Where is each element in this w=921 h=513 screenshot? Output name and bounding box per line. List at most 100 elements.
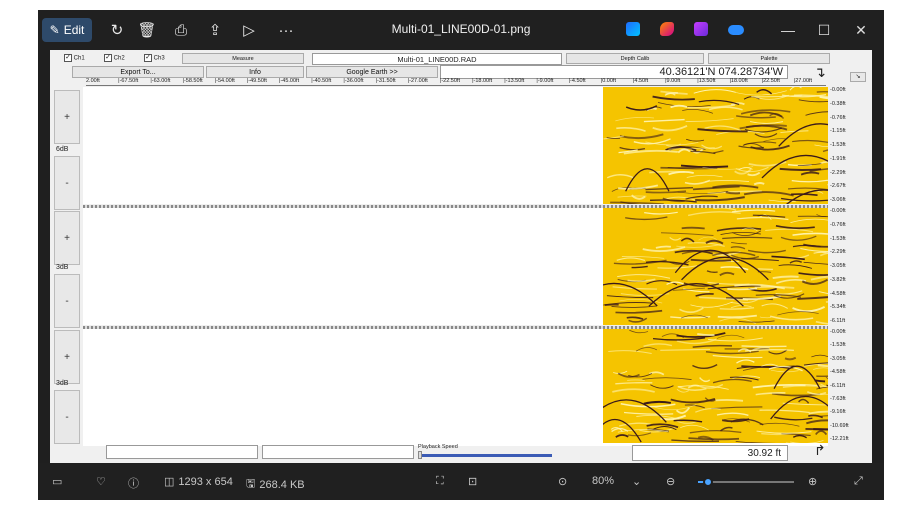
edit-button[interactable]: ✎ Edit: [42, 18, 92, 42]
zoom-out-icon[interactable]: ⊖: [666, 475, 675, 488]
channel-1-label: Ch1: [73, 55, 85, 62]
photos-window: ✎ Edit ↻ 🗑 ⎙ ⇪ ▷ ··· Multi-01_LINE00D-01…: [38, 10, 884, 500]
ruler-tick: |-63.00ft: [150, 78, 171, 84]
channel-3-checkbox[interactable]: ✓ Ch3: [144, 54, 165, 62]
depth-tick: -5.34ft: [830, 304, 846, 311]
turn-up-arrow-icon[interactable]: ↱: [814, 442, 826, 459]
more-icon[interactable]: ···: [272, 18, 300, 42]
measure-button[interactable]: Measure: [182, 53, 304, 64]
depth-tick: -4.58ft: [830, 290, 846, 297]
minimize-button[interactable]: —: [773, 18, 803, 42]
gain-plus-button[interactable]: +: [54, 211, 80, 265]
favorite-icon[interactable]: ♡: [96, 475, 106, 488]
status-field-1: [106, 445, 258, 459]
radar-reflection: [727, 287, 758, 291]
chevron-down-icon[interactable]: ⌄: [632, 475, 641, 488]
radar-reflection: [681, 226, 705, 230]
slider-thumb[interactable]: [418, 451, 422, 459]
zoom-in-icon[interactable]: ⊕: [808, 475, 817, 488]
slideshow-icon[interactable]: ▷: [236, 18, 262, 42]
copilot-icon[interactable]: [660, 22, 674, 36]
zoom-slider-thumb[interactable]: [702, 477, 713, 487]
edit-label: Edit: [63, 23, 85, 37]
zoom-value[interactable]: 80%: [592, 475, 614, 487]
depth-tick: -12.21ft: [830, 436, 849, 443]
ruler-tick: |-18.00ft: [472, 78, 493, 84]
ruler-tick: |22.50ft: [761, 78, 780, 84]
google-earth-button[interactable]: Google Earth >>: [306, 66, 438, 78]
gain-plus-button[interactable]: +: [54, 330, 80, 384]
playback-speed-label: Playback Speed: [418, 444, 458, 450]
ruler-tick: |-4.50ft: [568, 78, 586, 84]
gain-minus-button[interactable]: -: [54, 390, 80, 444]
depth-calib-button[interactable]: Depth Calib: [566, 53, 704, 64]
filename-field: Multi-01_LINE00D.RAD: [312, 53, 562, 65]
ruler-tick: |13.50ft: [697, 78, 716, 84]
scroll-corner-icon[interactable]: ↘: [850, 72, 866, 82]
playback-speed-slider[interactable]: [418, 451, 552, 459]
info-button[interactable]: Info: [206, 66, 304, 78]
gain-minus-button[interactable]: -: [54, 156, 80, 210]
radar-reflection: [825, 301, 828, 303]
depth-tick: -7.63ft: [830, 396, 846, 403]
delete-icon[interactable]: 🗑: [134, 18, 160, 42]
ruler-tick: |-40.50ft: [311, 78, 332, 84]
designer-icon[interactable]: [626, 22, 640, 36]
info-icon[interactable]: ⓘ: [128, 475, 139, 491]
window-title: Multi-01_LINE00D-01.png: [391, 22, 531, 36]
close-button[interactable]: ✕: [846, 18, 876, 42]
depth-tick: -0.00ft: [830, 87, 846, 93]
radar-reflection: [779, 167, 822, 171]
depth-tick: -3.06ft: [830, 197, 846, 204]
dimensions-text: 1293 x 654: [178, 475, 233, 488]
channel-1-checkbox[interactable]: ✓ Ch1: [64, 54, 85, 62]
radar-reflection: [741, 345, 787, 348]
channel-2-panel: [83, 208, 828, 325]
file-size: 🖫 268.4 KB: [246, 475, 305, 494]
export-button[interactable]: Export To...: [72, 66, 204, 78]
fullscreen-icon[interactable]: ⤢: [854, 475, 863, 488]
channel-2-label: Ch2: [113, 55, 125, 62]
coordinates-field: 40.36121'N 074.28734'W: [440, 65, 788, 79]
gain-value: 3dB: [56, 264, 69, 271]
gpr-viewer: ✓ Ch1 ✓ Ch2 ✓ Ch3 Measure Multi-01_LINE0…: [50, 50, 872, 463]
check-icon: ✓: [144, 54, 152, 62]
depth-tick: -1.91ft: [830, 155, 846, 162]
gain-value: 6dB: [56, 146, 69, 153]
rotate-icon[interactable]: ↻: [104, 18, 130, 42]
fit-icon[interactable]: ⛶: [436, 475, 444, 488]
depth-tick: -3.05ft: [830, 263, 846, 270]
depth-tick: -0.00ft: [830, 329, 846, 335]
ruler-tick: |-36.00ft: [343, 78, 364, 84]
status-bar: ▭ ♡ ⓘ ◫ 1293 x 654 🖫 268.4 KB ⛶ ⊡ ⊙ 80% …: [38, 463, 884, 500]
radargram-channel-3: [603, 329, 828, 446]
depth-tick: -2.29ft: [830, 169, 846, 176]
ruler-tick: |4.50ft: [632, 78, 649, 84]
depth-scale-channel-2: -0.00ft -0.76ft -1.53ft -2.29ft -3.05ft -3.82…: [830, 208, 870, 325]
gain-plus-button[interactable]: +: [54, 90, 80, 144]
radar-reflection: [715, 398, 744, 402]
depth-tick: -10.69ft: [830, 422, 849, 429]
actual-size-icon[interactable]: ⊡: [468, 475, 477, 488]
distance-ruler: 2.00ft |-67.50ft |-63.00ft |-58.50ft |-54.00…: [86, 78, 826, 86]
view-icon[interactable]: ⊙: [558, 475, 567, 488]
radar-reflection: [757, 268, 773, 271]
ruler-tick: |-13.50ft: [504, 78, 525, 84]
depth-tick: -1.53ft: [830, 142, 846, 149]
palette-button[interactable]: Palette: [708, 53, 830, 64]
print-icon[interactable]: ⎙: [168, 18, 194, 42]
depth-tick: -1.53ft: [830, 235, 846, 242]
onedrive-icon[interactable]: [728, 25, 744, 35]
share-icon[interactable]: ⇪: [202, 18, 228, 42]
depth-tick: -4.58ft: [830, 369, 846, 376]
check-icon: ✓: [64, 54, 72, 62]
clipchamp-icon[interactable]: [694, 22, 708, 36]
gain-minus-button[interactable]: -: [54, 274, 80, 328]
radargram-channel-1: [603, 87, 828, 204]
zoom-slider[interactable]: [698, 477, 794, 487]
radar-reflection: [725, 191, 741, 195]
filmstrip-icon[interactable]: ▭: [52, 475, 62, 488]
ruler-tick: |-27.00ft: [407, 78, 428, 84]
maximize-button[interactable]: ☐: [809, 18, 839, 42]
channel-2-checkbox[interactable]: ✓ Ch2: [104, 54, 125, 62]
